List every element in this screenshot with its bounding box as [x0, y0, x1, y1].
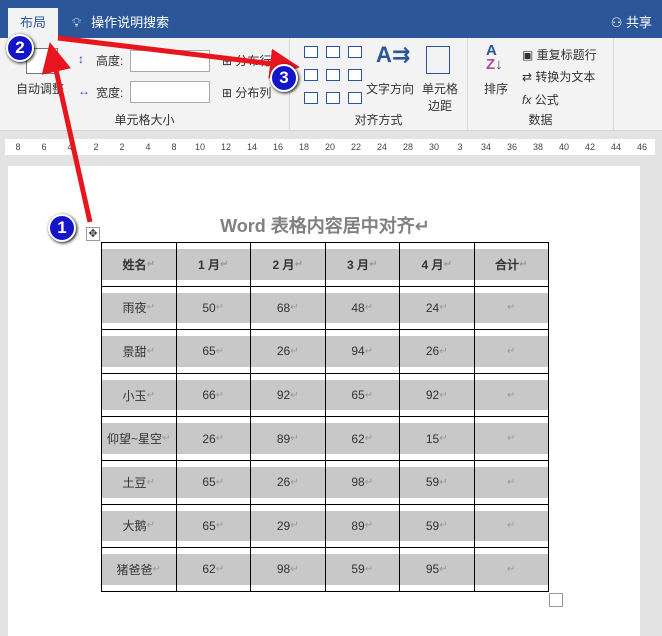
step-badge-3: 3 [270, 64, 298, 92]
arrow-2 [57, 35, 300, 79]
step-badge-1: 1 [48, 214, 76, 242]
arrow-1 [41, 42, 93, 223]
annotation-arrows [41, 35, 300, 223]
step-badge-2: 2 [6, 34, 34, 62]
